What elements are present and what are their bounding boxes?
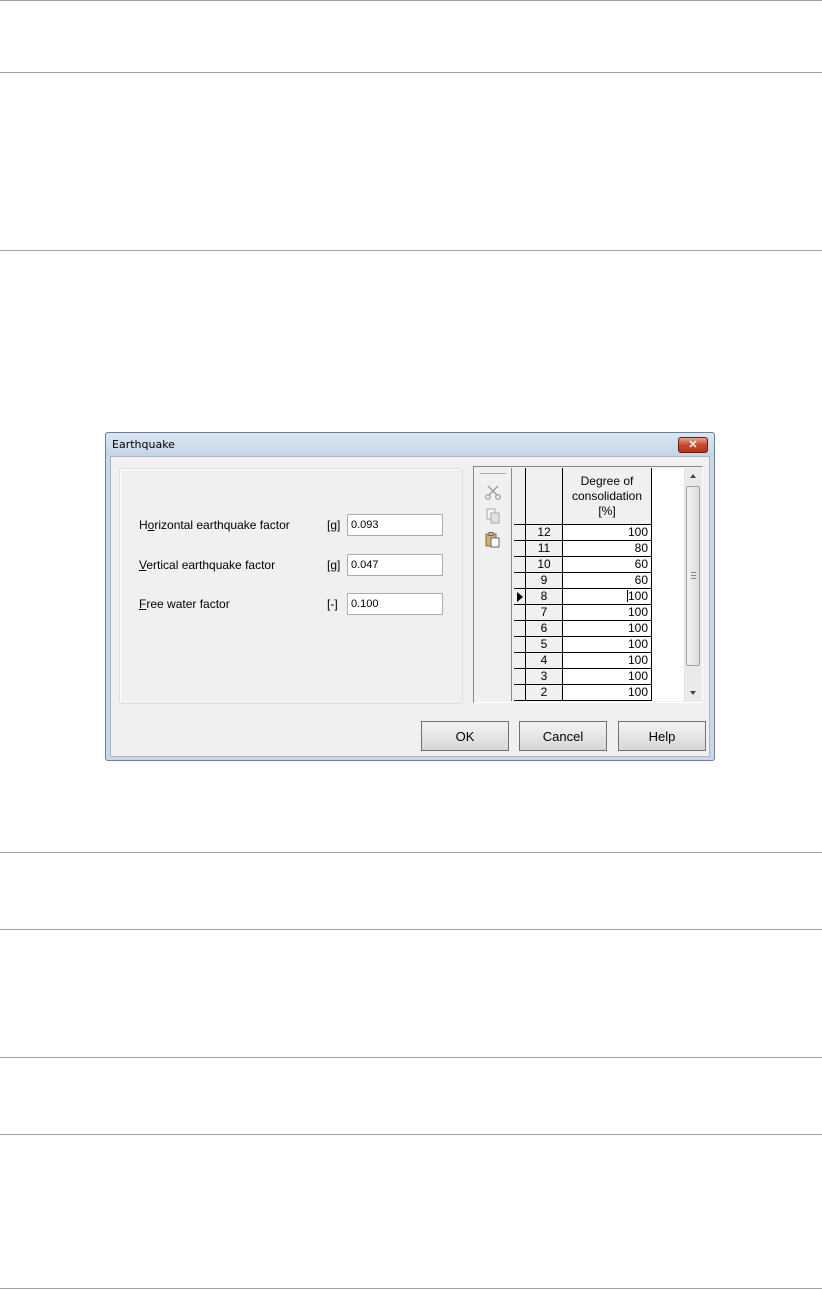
toolbar-separator [480, 473, 506, 474]
consolidation-grid: Degree of consolidation [%] 12 100 11 80 10 6… [514, 468, 684, 701]
table-row[interactable]: 7 100 [514, 605, 652, 621]
table-row[interactable]: 12 100 [514, 525, 652, 541]
header-indicator-cell [514, 468, 526, 525]
grid-vertical-scrollbar[interactable] [684, 468, 702, 701]
consolidation-value-cell[interactable]: 60 [563, 557, 652, 573]
grip-line [691, 578, 696, 579]
dialog-client-area: Horizontal earthquake factor [g] Vertica… [110, 456, 710, 757]
row-indicator[interactable] [514, 621, 526, 637]
row-indicator[interactable] [514, 685, 526, 701]
row-indicator[interactable] [514, 525, 526, 541]
chevron-up-icon [690, 474, 696, 478]
row-number: 11 [526, 541, 563, 557]
page-rule [0, 1057, 822, 1058]
page-rule [0, 929, 822, 930]
vertical-factor-unit: [g] [327, 558, 341, 572]
page-rule [0, 0, 822, 1]
scroll-thumb[interactable] [686, 486, 700, 666]
consolidation-table-panel: Degree of consolidation [%] 12 100 11 80 10 6… [473, 466, 703, 703]
scroll-up-button[interactable] [685, 468, 702, 485]
page-rule [0, 1134, 822, 1135]
consolidation-value-cell[interactable]: 100 [563, 621, 652, 637]
table-row[interactable]: 10 60 [514, 557, 652, 573]
page-rule [0, 250, 822, 251]
vertical-factor-label: Vertical earthquake factor [139, 558, 276, 572]
page-rule [0, 852, 822, 853]
table-row[interactable]: 2 100 [514, 685, 652, 701]
grid-rows: 12 100 11 80 10 60 9 60 8 100 7 100 6 100 5 100 4 100 3 100… [514, 525, 684, 701]
help-button[interactable]: Help [618, 721, 706, 751]
free-water-factor-unit: [-] [327, 597, 338, 611]
row-indicator[interactable] [514, 573, 526, 589]
consolidation-value-cell[interactable]: 80 [563, 541, 652, 557]
table-row[interactable]: 11 80 [514, 541, 652, 557]
title-bar[interactable]: Earthquake ✕ [106, 433, 714, 456]
consolidation-value-cell[interactable]: 100 [563, 525, 652, 541]
consolidation-value-cell[interactable]: 100 [563, 653, 652, 669]
row-indicator[interactable] [514, 589, 526, 605]
consolidation-value-cell[interactable]: 100 [563, 589, 652, 605]
row-indicator[interactable] [514, 605, 526, 621]
horizontal-factor-row: Horizontal earthquake factor [g] [139, 514, 459, 536]
grip-line [691, 575, 696, 576]
header-number-cell [526, 468, 563, 525]
page-rule [0, 72, 822, 73]
table-row[interactable]: 6 100 [514, 621, 652, 637]
consolidation-value-cell[interactable]: 60 [563, 573, 652, 589]
cancel-button[interactable]: Cancel [519, 721, 607, 751]
vertical-factor-row: Vertical earthquake factor [g] [139, 554, 459, 576]
chevron-down-icon [690, 691, 696, 695]
header-empty-area [652, 468, 684, 525]
header-degree-of-consolidation: Degree of consolidation [%] [563, 468, 652, 525]
paste-icon[interactable] [484, 531, 502, 549]
row-indicator[interactable] [514, 669, 526, 685]
row-indicator[interactable] [514, 637, 526, 653]
row-number: 12 [526, 525, 563, 541]
table-row[interactable]: 9 60 [514, 573, 652, 589]
consolidation-value-cell[interactable]: 100 [563, 669, 652, 685]
table-row[interactable]: 8 100 [514, 589, 652, 605]
free-water-factor-label: Free water factor [139, 597, 230, 611]
row-number: 8 [526, 589, 563, 605]
consolidation-value-cell[interactable]: 100 [563, 637, 652, 653]
row-number: 3 [526, 669, 563, 685]
table-row[interactable]: 5 100 [514, 637, 652, 653]
page-rule [0, 1288, 822, 1289]
consolidation-value-cell[interactable]: 100 [563, 605, 652, 621]
consolidation-value-cell[interactable]: 100 [563, 685, 652, 701]
cut-icon[interactable] [484, 483, 502, 501]
table-row[interactable]: 3 100 [514, 669, 652, 685]
earthquake-dialog: Earthquake ✕ Horizontal earthquake facto… [105, 432, 715, 761]
scroll-down-button[interactable] [685, 684, 702, 701]
row-number: 4 [526, 653, 563, 669]
horizontal-factor-unit: [g] [327, 518, 341, 532]
row-number: 7 [526, 605, 563, 621]
free-water-factor-input[interactable] [347, 593, 443, 615]
row-indicator[interactable] [514, 557, 526, 573]
row-indicator[interactable] [514, 653, 526, 669]
row-number: 10 [526, 557, 563, 573]
grid-header: Degree of consolidation [%] [514, 468, 684, 525]
ok-button[interactable]: OK [421, 721, 509, 751]
horizontal-factor-label: Horizontal earthquake factor [139, 518, 290, 532]
horizontal-factor-input[interactable] [347, 514, 443, 536]
current-row-arrow-icon [517, 592, 523, 602]
row-number: 2 [526, 685, 563, 701]
table-toolbar [475, 468, 512, 701]
free-water-factor-row: Free water factor [-] [139, 593, 459, 615]
vertical-factor-input[interactable] [347, 554, 443, 576]
close-button[interactable]: ✕ [678, 437, 708, 453]
row-indicator[interactable] [514, 541, 526, 557]
row-number: 5 [526, 637, 563, 653]
grip-line [691, 572, 696, 573]
table-row[interactable]: 4 100 [514, 653, 652, 669]
factors-group: Horizontal earthquake factor [g] Vertica… [119, 468, 463, 704]
row-number: 6 [526, 621, 563, 637]
row-number: 9 [526, 573, 563, 589]
copy-icon[interactable] [484, 507, 502, 525]
dialog-title: Earthquake [112, 438, 175, 451]
close-icon: ✕ [688, 439, 698, 451]
